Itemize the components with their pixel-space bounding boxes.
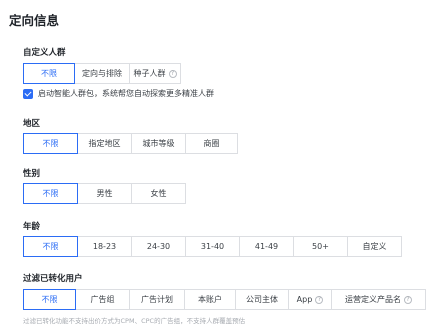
filter-option-app[interactable]: App ?: [288, 289, 332, 310]
info-circle-icon: ?: [168, 69, 177, 78]
filter-option-unlimited[interactable]: 不限: [23, 289, 76, 310]
gender-option-unlimited[interactable]: 不限: [23, 183, 78, 204]
region-option-business-district[interactable]: 商圈: [185, 133, 238, 154]
filter-converted-selector: 不限 广告组 广告计划 本账户 公司主体 App ? 运营定义产品名 ?: [23, 289, 426, 310]
age-option-31-40[interactable]: 31-40: [185, 236, 240, 257]
age-option-unlimited[interactable]: 不限: [23, 236, 78, 257]
age-option-41-49[interactable]: 41-49: [239, 236, 294, 257]
operation-product-label: 运营定义产品名: [345, 295, 401, 304]
seed-crowd-label: 种子人群: [133, 69, 166, 78]
filter-option-this-account[interactable]: 本账户: [184, 289, 236, 310]
region-option-specified[interactable]: 指定地区: [77, 133, 132, 154]
filter-option-operation-product[interactable]: 运营定义产品名 ?: [331, 289, 426, 310]
filter-option-ad-plan[interactable]: 广告计划: [129, 289, 185, 310]
region-option-unlimited[interactable]: 不限: [23, 133, 78, 154]
info-circle-icon: ?: [315, 295, 324, 304]
custom-crowd-option-include-exclude[interactable]: 定向与排除: [74, 63, 130, 84]
filter-option-company-entity[interactable]: 公司主体: [235, 289, 289, 310]
filter-footnote: 过滤已转化功能不支持出价方式为CPM、CPC的广告组，不支持人群覆盖预估: [23, 317, 246, 325]
region-selector: 不限 指定地区 城市等级 商圈: [23, 133, 238, 154]
check-icon[interactable]: [23, 88, 33, 99]
info-circle-icon: ?: [404, 295, 412, 304]
smart-crowd-checkbox-label: 启动智能人群包，系统帮您自动探索更多精准人群: [38, 89, 214, 98]
region-label: 地区: [23, 119, 41, 129]
gender-option-female[interactable]: 女性: [131, 183, 186, 204]
age-option-custom[interactable]: 自定义: [347, 236, 402, 257]
custom-crowd-selector: 不限 定向与排除 种子人群 ?: [23, 63, 181, 84]
custom-crowd-label: 自定义人群: [23, 48, 66, 58]
custom-crowd-option-seed[interactable]: 种子人群 ?: [129, 63, 181, 84]
age-option-50-plus[interactable]: 50+: [293, 236, 348, 257]
gender-label: 性别: [23, 169, 41, 179]
app-label: App: [296, 295, 313, 304]
page-title: 定向信息: [9, 13, 60, 28]
custom-crowd-option-unlimited[interactable]: 不限: [23, 63, 75, 84]
filter-converted-label: 过滤已转化用户: [23, 274, 83, 284]
region-option-city-level[interactable]: 城市等级: [131, 133, 186, 154]
age-selector: 不限 18-23 24-30 31-40 41-49 50+ 自定义: [23, 236, 402, 257]
age-option-18-23[interactable]: 18-23: [77, 236, 132, 257]
gender-selector: 不限 男性 女性: [23, 183, 186, 204]
age-option-24-30[interactable]: 24-30: [131, 236, 186, 257]
filter-option-ad-group[interactable]: 广告组: [75, 289, 130, 310]
smart-crowd-checkbox-row[interactable]: 启动智能人群包，系统帮您自动探索更多精准人群: [23, 88, 214, 99]
gender-option-male[interactable]: 男性: [77, 183, 132, 204]
age-label: 年龄: [23, 222, 41, 232]
